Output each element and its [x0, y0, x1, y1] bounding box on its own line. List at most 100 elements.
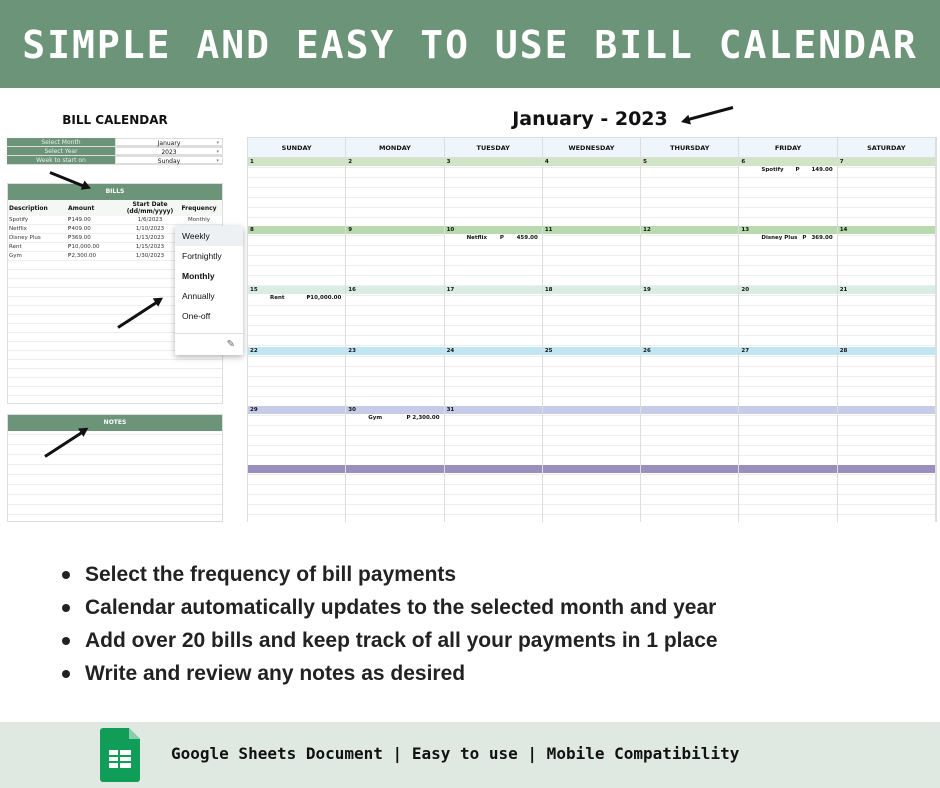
bill-description[interactable] — [8, 378, 68, 386]
bill-frequency[interactable] — [176, 360, 222, 368]
day-cell[interactable] — [739, 406, 838, 465]
day-cell[interactable]: 14 — [837, 226, 936, 286]
bill-description[interactable]: Gym — [8, 252, 68, 260]
bill-description[interactable]: Spotify — [8, 216, 68, 224]
bill-start-date[interactable] — [124, 351, 176, 359]
day-cell[interactable]: 19 — [641, 286, 740, 347]
bill-amount[interactable]: ₱149.00 — [68, 216, 124, 224]
bill-event[interactable]: Netflix P 459.00 — [444, 234, 542, 241]
bill-row[interactable] — [8, 387, 222, 396]
option-one-off[interactable]: One-off — [175, 306, 243, 326]
bill-amount[interactable] — [68, 297, 124, 305]
bill-start-date[interactable]: 1/10/2023 — [124, 225, 176, 233]
bill-amount[interactable] — [68, 306, 124, 314]
bill-description[interactable] — [8, 324, 68, 332]
bill-row[interactable] — [8, 378, 222, 387]
bill-description[interactable] — [8, 315, 68, 323]
bill-amount[interactable] — [68, 324, 124, 332]
bill-amount[interactable] — [68, 369, 124, 377]
bill-amount[interactable]: ₱10,000.00 — [68, 243, 124, 251]
bill-event[interactable]: Disney Plus P 369.00 — [739, 234, 837, 241]
bill-description[interactable] — [8, 288, 68, 296]
day-cell[interactable] — [641, 406, 740, 465]
day-cell[interactable]: 8 — [248, 226, 347, 286]
week-start-select[interactable]: Sunday — [115, 156, 223, 166]
bill-start-date[interactable] — [124, 324, 176, 332]
notes-panel[interactable]: NOTES — [7, 414, 223, 522]
day-cell[interactable]: 21 — [837, 286, 936, 347]
day-cell[interactable]: 29 — [248, 406, 347, 465]
day-cell[interactable]: 31 — [444, 406, 543, 465]
bill-start-date[interactable] — [124, 342, 176, 350]
year-select[interactable]: 2023 — [115, 147, 223, 157]
day-cell[interactable] — [248, 465, 347, 522]
bill-amount[interactable] — [68, 378, 124, 386]
edit-pencil-icon[interactable]: ✎ — [175, 333, 243, 355]
bill-start-date[interactable] — [124, 270, 176, 278]
bill-frequency[interactable] — [176, 369, 222, 377]
bill-frequency[interactable]: Monthly — [176, 216, 222, 224]
bill-start-date[interactable]: 1/13/2023 — [124, 234, 176, 242]
option-monthly[interactable]: Monthly — [175, 266, 243, 286]
day-cell[interactable]: 22 — [248, 347, 347, 406]
day-cell[interactable]: 20 — [739, 286, 838, 347]
bill-amount[interactable] — [68, 351, 124, 359]
day-cell[interactable]: 23 — [346, 347, 445, 406]
option-fortnightly[interactable]: Fortnightly — [175, 246, 243, 266]
bill-amount[interactable] — [68, 279, 124, 287]
day-cell[interactable]: 26 — [641, 347, 740, 406]
option-annually[interactable]: Annually — [175, 286, 243, 306]
bill-amount[interactable] — [68, 360, 124, 368]
bill-amount[interactable] — [68, 270, 124, 278]
day-cell[interactable]: 5 — [641, 158, 740, 226]
bill-start-date[interactable] — [124, 261, 176, 269]
day-cell[interactable] — [837, 465, 936, 522]
bill-start-date[interactable] — [124, 333, 176, 341]
bill-event[interactable]: Spotify P 149.00 — [739, 166, 837, 173]
bill-event[interactable]: Rent ₱10,000.00 — [248, 294, 346, 301]
bill-start-date[interactable]: 1/15/2023 — [124, 243, 176, 251]
bill-row[interactable] — [8, 369, 222, 378]
bill-description[interactable]: Netflix — [8, 225, 68, 233]
day-cell[interactable]: 17 — [444, 286, 543, 347]
bill-description[interactable] — [8, 342, 68, 350]
day-cell[interactable] — [739, 465, 838, 522]
bill-description[interactable] — [8, 270, 68, 278]
day-cell[interactable]: 11 — [542, 226, 642, 286]
bill-amount[interactable] — [68, 288, 124, 296]
bill-amount[interactable] — [68, 261, 124, 269]
bill-amount[interactable] — [68, 387, 124, 395]
bill-start-date[interactable]: 1/6/2023 — [124, 216, 176, 224]
day-cell[interactable]: 10 Netflix P 459.00 — [444, 226, 543, 286]
bill-start-date[interactable] — [124, 288, 176, 296]
option-weekly[interactable]: Weekly — [175, 226, 243, 246]
day-cell[interactable]: 25 — [542, 347, 642, 406]
day-cell[interactable]: 9 — [346, 226, 445, 286]
bill-description[interactable] — [8, 369, 68, 377]
bill-amount[interactable] — [68, 315, 124, 323]
day-cell[interactable]: 2 — [346, 158, 445, 226]
bill-description[interactable] — [8, 333, 68, 341]
day-cell[interactable]: 15 Rent ₱10,000.00 — [248, 286, 347, 347]
bill-amount[interactable]: ₱409.00 — [68, 225, 124, 233]
day-cell[interactable]: 7 — [837, 158, 936, 226]
day-cell[interactable]: 30 Gym P 2,300.00 — [346, 406, 445, 465]
bill-description[interactable] — [8, 351, 68, 359]
bill-description[interactable] — [8, 261, 68, 269]
day-cell[interactable]: 18 — [542, 286, 642, 347]
bill-amount[interactable] — [68, 342, 124, 350]
bill-start-date[interactable]: 1/30/2023 — [124, 252, 176, 260]
day-cell[interactable]: 12 — [641, 226, 740, 286]
bill-event[interactable]: Gym P 2,300.00 — [346, 414, 444, 421]
day-cell[interactable]: 28 — [837, 347, 936, 406]
bill-row[interactable]: Spotify ₱149.00 1/6/2023 Monthly — [8, 216, 222, 225]
bill-frequency[interactable] — [176, 378, 222, 386]
bill-frequency[interactable] — [176, 387, 222, 395]
bill-description[interactable]: Disney Plus — [8, 234, 68, 242]
day-cell[interactable]: 1 — [248, 158, 347, 226]
bill-description[interactable]: Rent — [8, 243, 68, 251]
day-cell[interactable] — [641, 465, 740, 522]
bill-description[interactable] — [8, 387, 68, 395]
day-cell[interactable]: 4 — [542, 158, 642, 226]
day-cell[interactable] — [542, 406, 642, 465]
